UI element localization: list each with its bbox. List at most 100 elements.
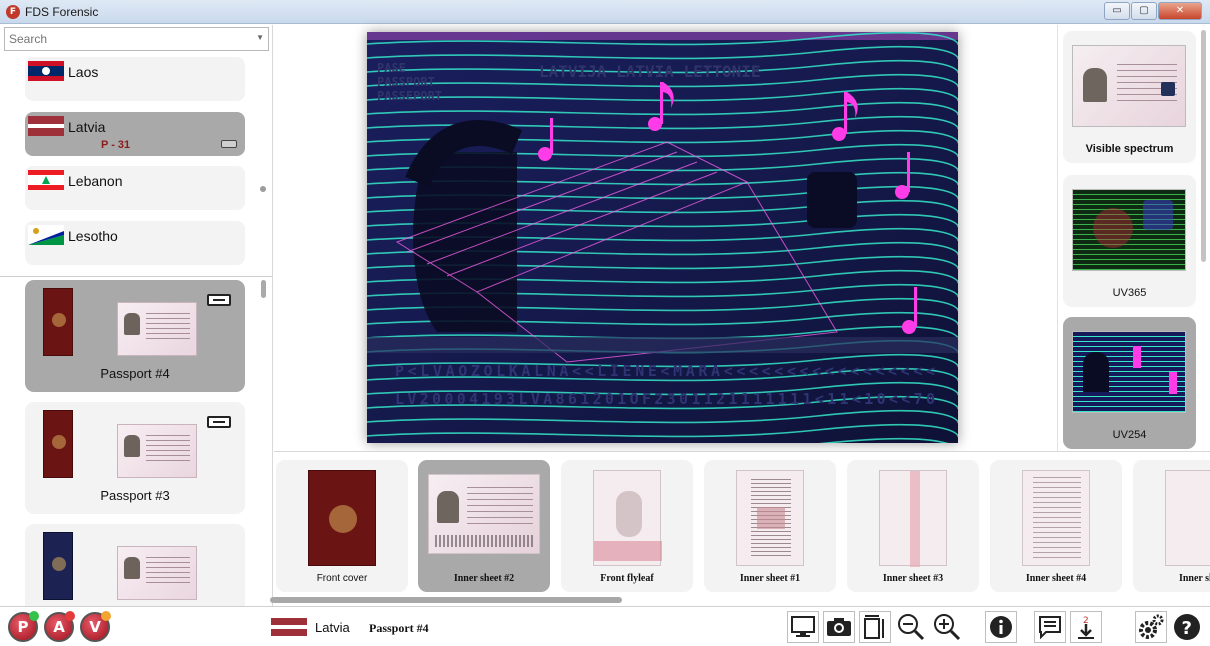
- document-card[interactable]: Passport #3: [25, 402, 245, 514]
- flag-lesotho-icon: [28, 225, 64, 245]
- spectrum-uv254-card[interactable]: UV254: [1063, 317, 1196, 449]
- document-label: Passport #4: [100, 366, 170, 381]
- page-card-inner-sheet-partial[interactable]: Inner she: [1133, 460, 1210, 592]
- chip-icon: [221, 140, 237, 148]
- uv-header-text: LATVIJA LATVIA LETTONIE: [539, 62, 761, 81]
- page-label: Inner sheet #1: [739, 573, 801, 584]
- app-window: F FDS Forensic ▭ ▢ ✕ ▼ Laos Latvia: [0, 0, 1210, 646]
- spectrum-uv365-card[interactable]: UV365: [1063, 175, 1196, 307]
- camera-icon: [827, 618, 851, 636]
- settings-icon: [1139, 614, 1164, 639]
- page-card-inner-sheet-4[interactable]: Inner sheet #4: [990, 460, 1122, 592]
- side-label-3: PASSEPORT: [377, 89, 442, 103]
- fit-size-icon: [864, 615, 884, 639]
- page-card-front-flyleaf[interactable]: Front flyleaf: [561, 460, 693, 592]
- passport-page-thumbnail: [117, 424, 197, 478]
- page-card-inner-sheet-1[interactable]: Inner sheet #1: [704, 460, 836, 592]
- page-thumbnail: [593, 470, 662, 566]
- spectrum-thumbnail: [1072, 189, 1186, 271]
- page-strip-scrollbar[interactable]: [270, 597, 622, 603]
- chip-icon: [207, 294, 231, 306]
- passport-cover-thumbnail: [43, 532, 73, 600]
- mode-p-button[interactable]: P: [8, 611, 39, 642]
- passport-cover-thumbnail: [43, 288, 73, 356]
- spectrum-scrollbar[interactable]: [1201, 30, 1206, 262]
- settings-button[interactable]: [1135, 611, 1167, 643]
- page-card-front-cover[interactable]: Front cover: [276, 460, 408, 592]
- zoom-out-button[interactable]: [895, 611, 927, 643]
- page-card-inner-sheet-2[interactable]: Inner sheet #2: [418, 460, 550, 592]
- passport-page-thumbnail: [117, 546, 197, 600]
- fit-size-button[interactable]: [859, 611, 891, 643]
- comment-button[interactable]: [1034, 611, 1066, 643]
- page-strip: Front cover Inner sheet #2 Front flyleaf…: [274, 451, 1210, 606]
- flag-latvia-icon: [271, 618, 307, 636]
- status-dot-icon: [29, 611, 39, 621]
- document-card[interactable]: Passport #4: [25, 280, 245, 392]
- search-box[interactable]: ▼: [4, 27, 269, 51]
- page-label: Inner sheet #2: [453, 573, 515, 584]
- document-list-scrollbar[interactable]: [261, 280, 266, 298]
- comment-icon: [1039, 616, 1061, 639]
- document-label: Passport #3: [100, 488, 170, 503]
- chip-icon: [207, 416, 231, 428]
- country-list: Laos Latvia P - 31 Lebanon Lesotho: [0, 53, 273, 277]
- app-logo-icon: F: [6, 5, 20, 19]
- country-item-laos[interactable]: Laos: [25, 57, 245, 101]
- page-thumbnail: [879, 470, 947, 567]
- page-label: Inner sheet #3: [882, 573, 944, 584]
- download-button[interactable]: 2: [1070, 611, 1102, 643]
- monitor-button[interactable]: [787, 611, 819, 643]
- country-name: Laos: [68, 64, 99, 80]
- status-document: Passport #4: [369, 621, 429, 635]
- document-viewer[interactable]: PASE PASSPORT PASSEPORT LATVIJA LATVIA L…: [274, 25, 1057, 451]
- country-name: Lesotho: [68, 228, 118, 244]
- spectrum-visible-card[interactable]: Visible spectrum: [1063, 31, 1196, 163]
- spectrum-thumbnail: [1072, 331, 1186, 413]
- search-input[interactable]: [5, 28, 245, 50]
- minimize-button[interactable]: ▭: [1104, 2, 1130, 20]
- country-name: Lebanon: [68, 173, 123, 189]
- close-button[interactable]: ✕: [1158, 2, 1202, 20]
- zoom-in-icon: [934, 614, 961, 641]
- mode-letter: P: [17, 618, 29, 636]
- page-label: Front flyleaf: [600, 573, 654, 584]
- page-thumbnail: [1022, 470, 1090, 566]
- country-item-lebanon[interactable]: Lebanon: [25, 166, 245, 210]
- status-dot-icon: [101, 611, 111, 621]
- svg-text:?: ?: [1182, 618, 1192, 639]
- page-thumbnail: [736, 470, 804, 566]
- bottom-toolbar: P A V Latvia Passport #4 2 ?: [0, 606, 1210, 646]
- country-item-lesotho[interactable]: Lesotho: [25, 221, 245, 265]
- document-list: Passport #4 Passport #3: [0, 278, 273, 606]
- scroll-indicator[interactable]: [260, 186, 266, 192]
- info-button[interactable]: [985, 611, 1017, 643]
- uv-scan-graphic: PASE PASSPORT PASSEPORT LATVIJA LATVIA L…: [367, 32, 958, 443]
- dropdown-arrow-icon[interactable]: ▼: [256, 33, 264, 42]
- country-item-latvia[interactable]: Latvia P - 31: [25, 112, 245, 156]
- mode-a-button[interactable]: A: [44, 611, 75, 642]
- document-card[interactable]: [25, 524, 245, 606]
- page-thumbnail: [428, 474, 540, 554]
- camera-button[interactable]: [823, 611, 855, 643]
- flag-latvia-icon: [28, 116, 64, 136]
- country-document-code: P - 31: [101, 139, 131, 151]
- page-thumbnail: [308, 470, 376, 566]
- help-button[interactable]: ?: [1171, 611, 1203, 643]
- side-label-1: PASE: [377, 61, 406, 75]
- page-card-inner-sheet-3[interactable]: Inner sheet #3: [847, 460, 979, 592]
- passport-cover-thumbnail: [43, 410, 73, 478]
- page-label: Front cover: [316, 573, 368, 584]
- zoom-in-button[interactable]: [931, 611, 963, 643]
- info-icon: [990, 616, 1012, 638]
- mode-letter: V: [89, 618, 101, 636]
- spectrum-label: UV365: [1112, 287, 1147, 299]
- spectrum-label: Visible spectrum: [1085, 143, 1174, 155]
- download-icon: 2: [1078, 616, 1094, 639]
- mode-letter: A: [53, 618, 65, 636]
- maximize-button[interactable]: ▢: [1131, 2, 1157, 20]
- mode-v-button[interactable]: V: [80, 611, 111, 642]
- window-title: FDS Forensic: [25, 5, 99, 19]
- monitor-icon: [791, 616, 815, 637]
- passport-uv-image[interactable]: PASE PASSPORT PASSEPORT LATVIJA LATVIA L…: [367, 32, 958, 443]
